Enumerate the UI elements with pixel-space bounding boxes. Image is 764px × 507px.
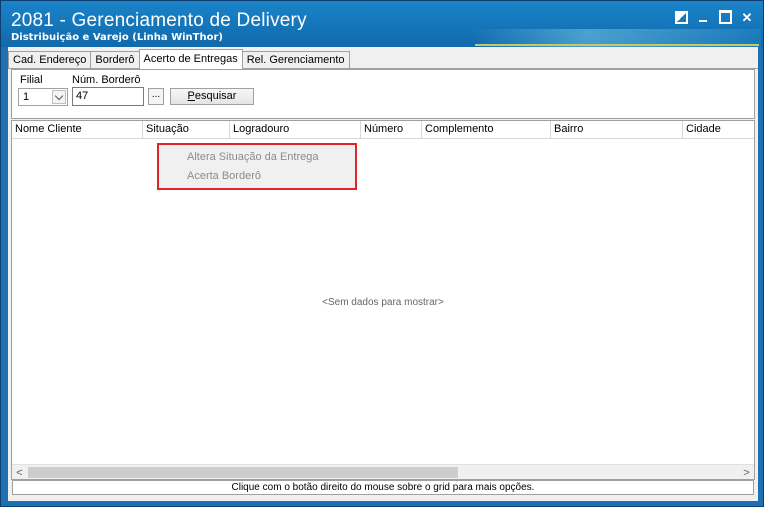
search-button-accel: P xyxy=(187,90,195,102)
search-button[interactable]: Pesquisar xyxy=(170,88,254,105)
column-numero[interactable]: Número xyxy=(361,121,422,138)
column-cidade[interactable]: Cidade xyxy=(683,121,754,138)
column-complemento[interactable]: Complemento xyxy=(422,121,551,138)
tab-acerto-de-entregas[interactable]: Acerto de Entregas xyxy=(138,49,243,69)
client-area: Cad. Endereço Borderô Acerto de Entregas… xyxy=(8,47,758,501)
filial-value: 1 xyxy=(23,91,30,103)
chevron-right-icon[interactable]: > xyxy=(739,465,754,480)
menu-item-acerta-bordero[interactable]: Acerta Borderô xyxy=(161,167,353,185)
app-window: 2081 - Gerenciamento de Delivery Distrib… xyxy=(0,0,764,507)
maximize-icon[interactable] xyxy=(717,9,733,25)
restore-icon[interactable] xyxy=(673,9,689,25)
search-button-label: esquisar xyxy=(194,90,237,102)
status-bar: Clique com o botão direito do mouse sobr… xyxy=(12,480,754,495)
minimize-icon[interactable] xyxy=(695,9,711,25)
menu-item-altera-situacao[interactable]: Altera Situação da Entrega xyxy=(161,148,353,166)
scrollbar-thumb[interactable] xyxy=(28,467,458,478)
filial-select[interactable]: 1 xyxy=(18,88,68,106)
window-subtitle: Distribuição e Varejo (Linha WinThor) xyxy=(11,32,223,43)
bordero-input[interactable]: 47 xyxy=(72,87,144,106)
column-bairro[interactable]: Bairro xyxy=(551,121,683,138)
column-situacao[interactable]: Situação xyxy=(143,121,230,138)
bordero-lookup-button[interactable]: ... xyxy=(148,88,164,105)
title-decoration-line xyxy=(475,44,759,46)
chevron-down-icon xyxy=(54,91,64,100)
grid-header: Nome Cliente Situação Logradouro Número … xyxy=(12,121,754,139)
context-menu: Altera Situação da Entrega Acerta Border… xyxy=(157,143,357,190)
filial-dropdown-button[interactable] xyxy=(52,90,66,104)
window-controls: ✕ xyxy=(673,9,755,25)
column-logradouro[interactable]: Logradouro xyxy=(230,121,361,138)
grid-empty-message: <Sem dados para mostrar> xyxy=(322,297,444,308)
close-icon[interactable]: ✕ xyxy=(739,9,755,25)
horizontal-scrollbar[interactable]: < > xyxy=(12,464,754,479)
chevron-left-icon[interactable]: < xyxy=(12,465,27,480)
filial-label: Filial xyxy=(20,74,43,86)
window-title: 2081 - Gerenciamento de Delivery xyxy=(11,10,307,31)
tab-strip: Cad. Endereço Borderô Acerto de Entregas… xyxy=(8,49,350,69)
column-nome-cliente[interactable]: Nome Cliente xyxy=(12,121,143,138)
title-bar[interactable]: 2081 - Gerenciamento de Delivery Distrib… xyxy=(1,1,763,47)
filter-panel: Filial 1 Núm. Borderô 47 ... Pesquisar xyxy=(11,69,755,119)
tab-rel-gerenciamento[interactable]: Rel. Gerenciamento xyxy=(241,51,350,69)
tab-cad-endereco[interactable]: Cad. Endereço xyxy=(8,51,92,69)
tab-bordero[interactable]: Borderô xyxy=(90,51,140,69)
deliveries-grid[interactable]: Nome Cliente Situação Logradouro Número … xyxy=(11,120,755,480)
bordero-label: Núm. Borderô xyxy=(72,74,141,86)
